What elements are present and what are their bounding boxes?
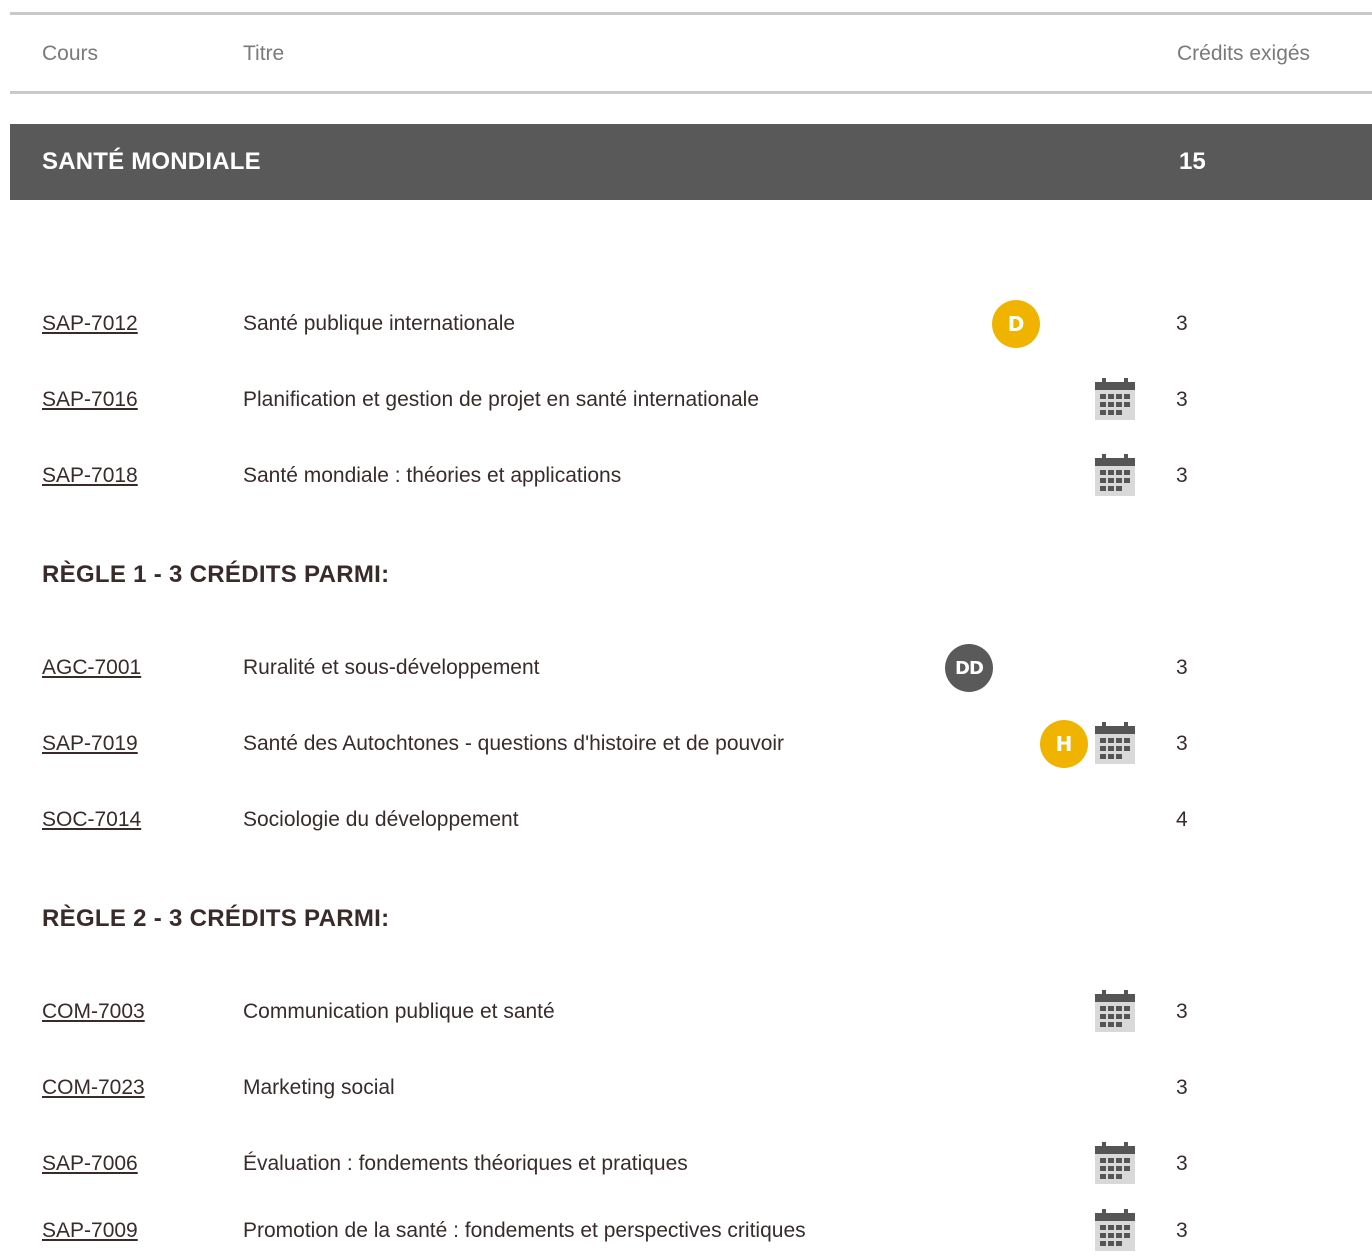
course-row: COM-7023 Marketing social 3 bbox=[0, 1068, 1372, 1108]
course-row: COM-7003 Communication publique et santé… bbox=[0, 990, 1372, 1034]
course-code-link[interactable]: SAP-7018 bbox=[42, 464, 138, 488]
course-title: Santé mondiale : théories et application… bbox=[243, 464, 622, 487]
course-row: SOC-7014 Sociologie du développement 4 bbox=[0, 800, 1372, 840]
course-code-link[interactable]: COM-7003 bbox=[42, 1000, 145, 1024]
calendar-icon[interactable] bbox=[1093, 1209, 1137, 1253]
course-credits: 3 bbox=[1176, 1000, 1188, 1023]
course-credits: 3 bbox=[1176, 732, 1188, 755]
course-credits: 4 bbox=[1176, 808, 1188, 831]
section-header: SANTÉ MONDIALE 15 bbox=[10, 124, 1372, 200]
column-header-credits: Crédits exigés bbox=[1177, 42, 1311, 65]
course-credits: 3 bbox=[1176, 464, 1188, 487]
header-top-divider bbox=[10, 12, 1372, 15]
course-code-link[interactable]: SAP-7006 bbox=[42, 1152, 138, 1176]
course-row: SAP-7012 Santé publique internationale D… bbox=[0, 300, 1372, 348]
course-title: Évaluation : fondements théoriques et pr… bbox=[243, 1152, 688, 1175]
rule-2-title: RÈGLE 2 - 3 CRÉDITS PARMI: bbox=[42, 905, 390, 932]
course-credits: 3 bbox=[1176, 656, 1188, 679]
course-credits: 3 bbox=[1176, 1219, 1188, 1242]
course-code-link[interactable]: SOC-7014 bbox=[42, 808, 141, 832]
calendar-icon[interactable] bbox=[1093, 1142, 1137, 1186]
distance-badge-icon[interactable]: D bbox=[992, 300, 1040, 348]
calendar-icon[interactable] bbox=[1093, 722, 1137, 766]
course-title: Sociologie du développement bbox=[243, 808, 519, 831]
course-title: Marketing social bbox=[243, 1076, 395, 1099]
course-title: Communication publique et santé bbox=[243, 1000, 555, 1023]
course-row: AGC-7001 Ruralité et sous-développement … bbox=[0, 644, 1372, 692]
course-credits: 3 bbox=[1176, 312, 1188, 335]
course-row: SAP-7018 Santé mondiale : théories et ap… bbox=[0, 454, 1372, 498]
header-bottom-divider bbox=[10, 91, 1372, 94]
course-title: Santé des Autochtones - questions d'hist… bbox=[243, 732, 785, 755]
course-code-link[interactable]: COM-7023 bbox=[42, 1076, 145, 1100]
course-code-link[interactable]: SAP-7016 bbox=[42, 388, 138, 412]
course-title: Planification et gestion de projet en sa… bbox=[243, 388, 760, 411]
hybrid-badge-icon[interactable]: H bbox=[1040, 720, 1088, 768]
column-header-title: Titre bbox=[243, 42, 285, 65]
calendar-icon[interactable] bbox=[1093, 990, 1137, 1034]
calendar-icon[interactable] bbox=[1093, 454, 1137, 498]
course-row: SAP-7006 Évaluation : fondements théoriq… bbox=[0, 1142, 1372, 1186]
course-credits: 3 bbox=[1176, 1076, 1188, 1099]
course-title: Santé publique internationale bbox=[243, 312, 516, 335]
section-title: SANTÉ MONDIALE bbox=[42, 148, 261, 175]
course-row: SAP-7019 Santé des Autochtones - questio… bbox=[0, 720, 1372, 768]
course-row: SAP-7016 Planification et gestion de pro… bbox=[0, 378, 1372, 422]
course-row: SAP-7009 Promotion de la santé : fondeme… bbox=[0, 1209, 1372, 1253]
course-code-link[interactable]: SAP-7012 bbox=[42, 312, 138, 336]
course-credits: 3 bbox=[1176, 388, 1188, 411]
dd-badge-icon[interactable]: DD bbox=[945, 644, 993, 692]
rule-1-title: RÈGLE 1 - 3 CRÉDITS PARMI: bbox=[42, 561, 390, 588]
course-code-link[interactable]: SAP-7019 bbox=[42, 732, 138, 756]
course-title: Promotion de la santé : fondements et pe… bbox=[243, 1219, 806, 1242]
course-title: Ruralité et sous-développement bbox=[243, 656, 540, 679]
column-header-course: Cours bbox=[42, 42, 99, 65]
calendar-icon[interactable] bbox=[1093, 378, 1137, 422]
course-credits: 3 bbox=[1176, 1152, 1188, 1175]
course-code-link[interactable]: SAP-7009 bbox=[42, 1219, 138, 1243]
course-code-link[interactable]: AGC-7001 bbox=[42, 656, 141, 680]
section-credits: 15 bbox=[1179, 148, 1206, 175]
